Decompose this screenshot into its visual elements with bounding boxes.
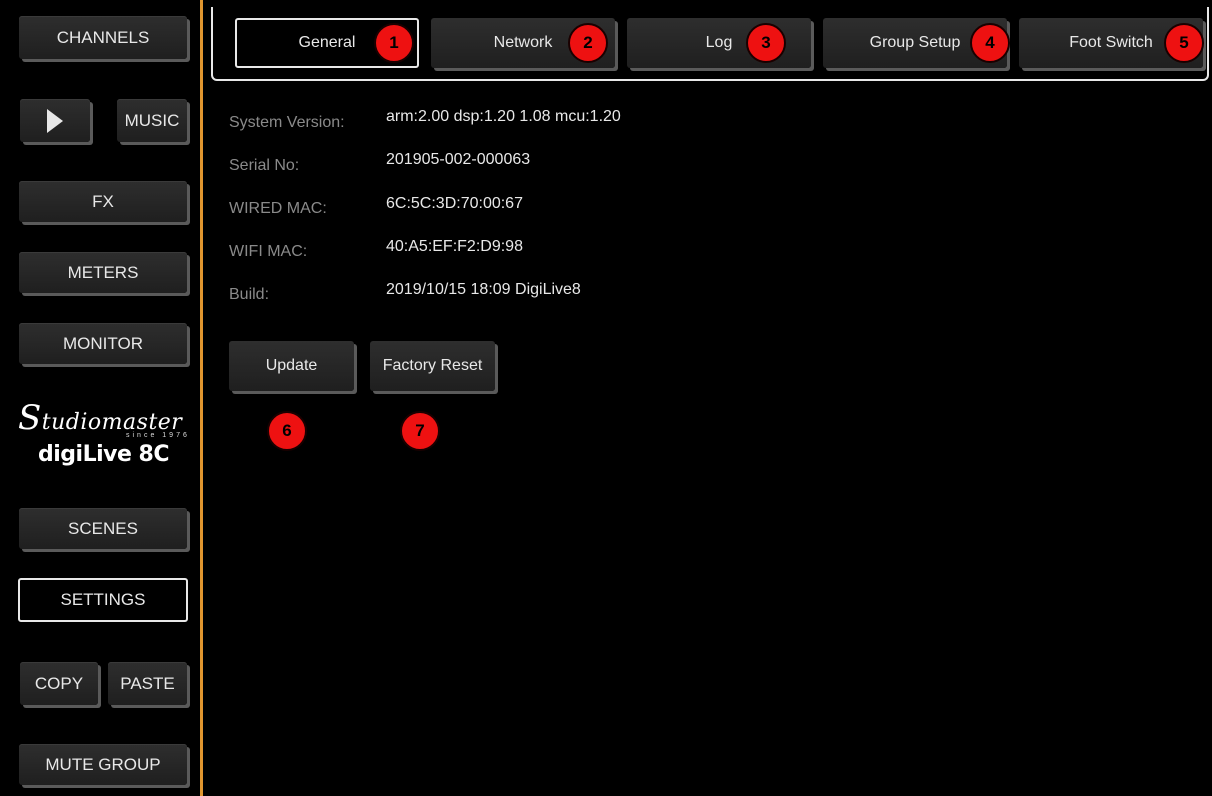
fx-button[interactable]: FX <box>19 181 187 222</box>
callout-badge: 3 <box>746 23 786 63</box>
studiomaster-logo: Studiomaster since 1976 digiLive 8C <box>18 398 190 473</box>
build-label: Build: <box>229 286 270 303</box>
tab-label: Foot Switch <box>1069 34 1153 51</box>
channels-button[interactable]: CHANNELS <box>19 16 187 59</box>
factory-reset-button[interactable]: Factory Reset <box>370 341 495 391</box>
callout-badge: 4 <box>970 23 1010 63</box>
update-button[interactable]: Update <box>229 341 354 391</box>
mute-group-button[interactable]: MUTE GROUP <box>19 744 187 785</box>
monitor-button[interactable]: MONITOR <box>19 323 187 364</box>
system-version-label: System Version: <box>229 114 345 131</box>
tab-label: Network <box>493 34 553 51</box>
sidebar: CHANNELS MUSIC FX METERS MONITOR Studiom… <box>0 0 200 796</box>
model-wordmark: digiLive 8C <box>38 442 170 467</box>
wifi-mac-label: WIFI MAC: <box>229 243 308 260</box>
copy-button[interactable]: COPY <box>20 662 98 705</box>
scenes-button[interactable]: SCENES <box>19 508 187 549</box>
wifi-mac-value: 40:A5:EF:F2:D9:98 <box>386 238 523 255</box>
paste-button[interactable]: PASTE <box>108 662 187 705</box>
system-version-value: arm:2.00 dsp:1.20 1.08 mcu:1.20 <box>386 108 621 125</box>
callout-badge: 2 <box>568 23 608 63</box>
music-button[interactable]: MUSIC <box>117 99 187 142</box>
play-button[interactable] <box>20 99 90 142</box>
settings-button[interactable]: SETTINGS <box>18 578 188 622</box>
callout-badge: 5 <box>1164 23 1204 63</box>
tab-label: General <box>298 34 356 51</box>
serial-no-value: 201905-002-000063 <box>386 151 531 168</box>
brand-since: since 1976 <box>126 432 190 439</box>
build-value: 2019/10/15 18:09 DigiLive8 <box>386 281 581 298</box>
meters-button[interactable]: METERS <box>19 252 187 293</box>
callout-badge: 7 <box>400 411 440 451</box>
sidebar-divider <box>200 0 203 796</box>
play-icon <box>47 108 63 133</box>
wired-mac-label: WIRED MAC: <box>229 200 327 217</box>
tab-label: Group Setup <box>869 34 961 51</box>
serial-no-label: Serial No: <box>229 157 300 174</box>
wired-mac-value: 6C:5C:3D:70:00:67 <box>386 195 523 212</box>
tab-label: Log <box>705 34 733 51</box>
settings-tab-bar: General Network Log Group Setup Foot Swi… <box>211 7 1209 81</box>
callout-badge: 1 <box>374 23 414 63</box>
callout-badge: 6 <box>267 411 307 451</box>
